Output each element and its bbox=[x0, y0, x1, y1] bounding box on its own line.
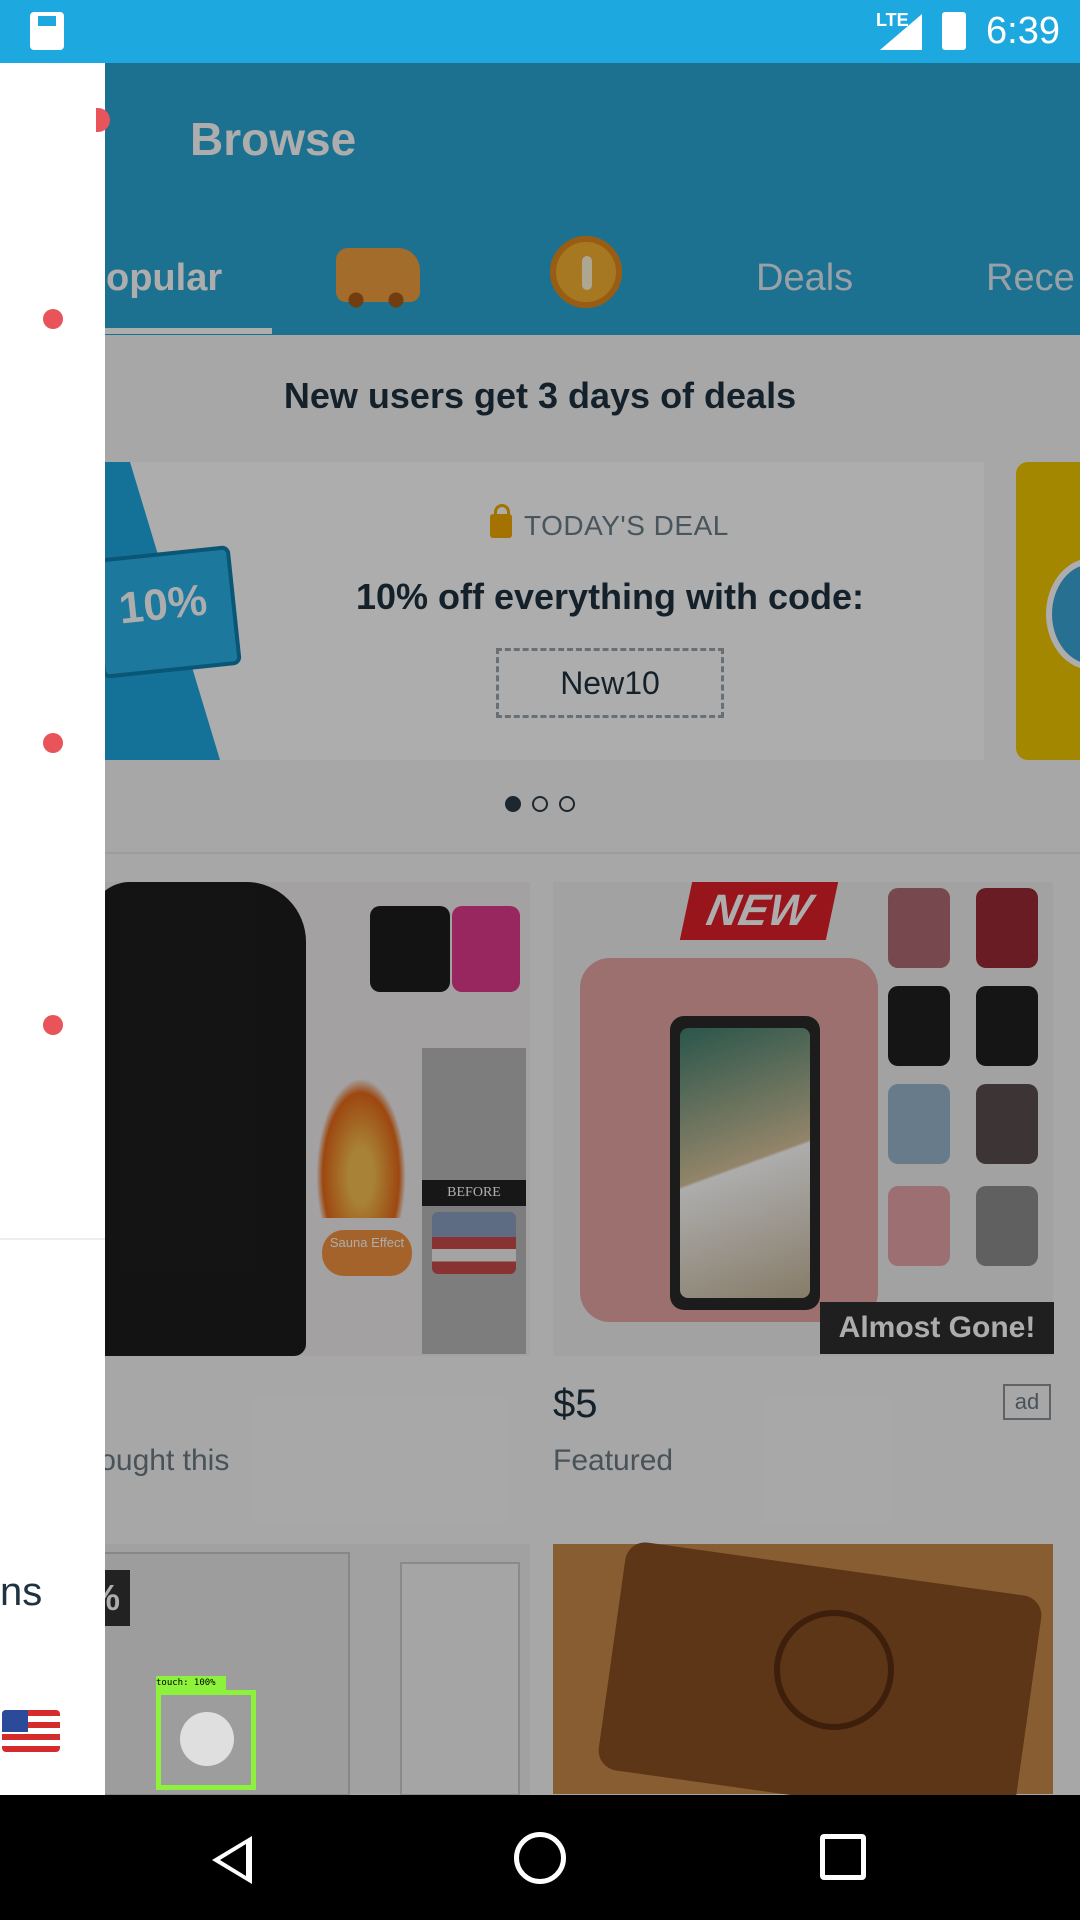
home-icon[interactable] bbox=[514, 1832, 566, 1884]
notification-dot bbox=[43, 1015, 63, 1035]
battery-icon bbox=[942, 12, 966, 50]
notification-dot bbox=[43, 733, 63, 753]
us-flag-icon[interactable] bbox=[2, 1710, 60, 1752]
touch-point bbox=[180, 1712, 234, 1766]
notification-dot bbox=[43, 309, 63, 329]
drawer-scrim[interactable] bbox=[0, 63, 1080, 1795]
touch-label: touch: 100% bbox=[156, 1676, 226, 1690]
drawer-divider bbox=[0, 1238, 105, 1240]
status-time: 6:39 bbox=[986, 10, 1060, 52]
signal-icon bbox=[880, 14, 922, 50]
sd-card-icon bbox=[30, 12, 64, 50]
recents-icon[interactable] bbox=[820, 1834, 866, 1880]
drawer-item-label[interactable]: ns bbox=[0, 1570, 42, 1615]
back-icon[interactable] bbox=[212, 1836, 252, 1884]
